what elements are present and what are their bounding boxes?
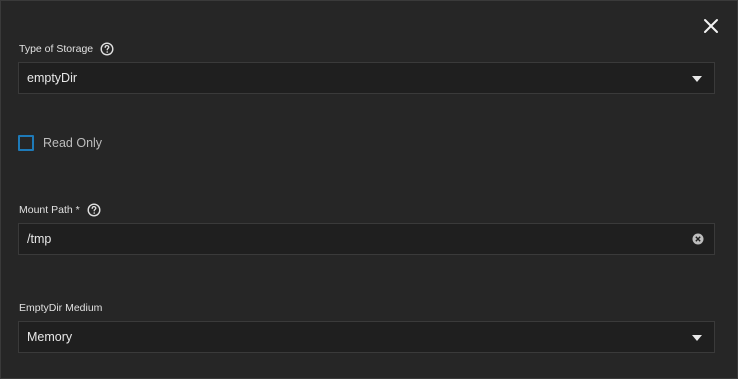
storage-type-select[interactable]: emptyDir [18, 62, 715, 94]
mount-path-input[interactable]: /tmp [18, 223, 715, 255]
read-only-checkbox[interactable] [18, 135, 34, 151]
mount-path-value: /tmp [27, 232, 52, 246]
storage-form-panel: Type of Storage emptyDir Read Only Mount… [0, 0, 738, 379]
mount-path-label: Mount Path * [19, 204, 80, 216]
close-icon [704, 19, 718, 33]
emptydir-medium-select[interactable]: Memory [18, 321, 715, 353]
mount-path-label-row: Mount Path * [19, 202, 101, 218]
emptydir-medium-value: Memory [27, 330, 73, 344]
storage-type-label: Type of Storage [19, 43, 94, 55]
emptydir-medium-label: EmptyDir Medium [19, 302, 103, 314]
storage-type-label-row: Type of Storage [19, 41, 114, 57]
help-icon[interactable] [87, 203, 101, 217]
clear-circle-icon[interactable] [692, 233, 704, 245]
close-button[interactable] [701, 16, 721, 36]
emptydir-medium-label-row: EmptyDir Medium [19, 300, 102, 316]
caret-down-icon [692, 335, 702, 341]
caret-down-icon [692, 76, 702, 82]
read-only-label: Read Only [43, 136, 103, 150]
help-icon[interactable] [100, 42, 114, 56]
read-only-row[interactable]: Read Only [18, 134, 102, 152]
storage-type-value: emptyDir [27, 71, 78, 85]
